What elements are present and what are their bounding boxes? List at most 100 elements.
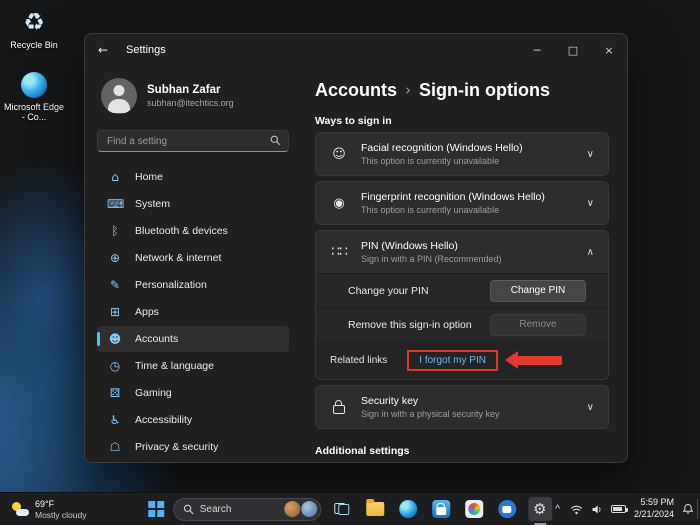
- card-security-key: Security key Sign in with a physical sec…: [315, 385, 609, 429]
- sidebar-item-home[interactable]: ⌂ Home: [97, 164, 289, 190]
- time-language-icon: ◷: [109, 359, 121, 373]
- card-facial-recognition: ☺ Facial recognition (Windows Hello) Thi…: [315, 132, 609, 176]
- sidebar-item-system[interactable]: ⌨ System: [97, 191, 289, 217]
- annotation-arrow: [504, 351, 562, 369]
- card-title: Fingerprint recognition (Windows Hello): [361, 191, 545, 203]
- desktop-icon-recycle-bin[interactable]: ♻ Recycle Bin: [2, 8, 66, 50]
- card-fingerprint-recognition: ◉ Fingerprint recognition (Windows Hello…: [315, 181, 609, 225]
- additional-settings-heading: Additional settings: [315, 445, 410, 457]
- breadcrumb: Accounts › Sign-in options: [315, 76, 609, 103]
- sidebar-item-privacy-security[interactable]: ☖ Privacy & security: [97, 434, 289, 460]
- sidebar-item-personalization[interactable]: ✎ Personalization: [97, 272, 289, 298]
- card-title: PIN (Windows Hello): [361, 240, 458, 252]
- annotation-highlight-box: I forgot my PIN: [407, 350, 498, 371]
- card-subtitle: Sign in with a physical security key: [361, 409, 500, 419]
- chat-icon: [497, 500, 516, 518]
- edge-label: Microsoft Edge - Co...: [3, 102, 65, 123]
- search-highlight-avatar: [283, 501, 300, 517]
- chevron-up-icon[interactable]: ∧: [587, 247, 594, 258]
- card-title: Security key: [361, 395, 419, 407]
- minimize-button[interactable]: ─: [519, 34, 555, 66]
- change-pin-button[interactable]: Change PIN: [490, 279, 586, 302]
- clock-date: 2/21/2024: [633, 509, 674, 519]
- weather-widget[interactable]: 69°F Mostly cloudy: [8, 493, 91, 525]
- pin-expander[interactable]: ∷∷ PIN (Windows Hello) Sign in with a PI…: [316, 231, 608, 273]
- search-highlight-avatar: [300, 501, 317, 517]
- desktop-icon-edge[interactable]: Microsoft Edge - Co...: [2, 70, 66, 123]
- card-subtitle: Sign in with a PIN (Recommended): [361, 254, 502, 264]
- bluetooth-icon: ᛒ: [111, 224, 119, 238]
- close-button[interactable]: ×: [591, 34, 627, 66]
- gaming-icon: ⚄: [109, 386, 121, 400]
- security-key-expander[interactable]: Security key Sign in with a physical sec…: [316, 386, 608, 428]
- search-label: Search: [199, 503, 232, 515]
- photos-icon: [464, 500, 483, 518]
- change-pin-label: Change your PIN: [348, 284, 429, 297]
- pin-keypad-icon: ∷∷: [331, 244, 348, 260]
- sidebar-item-time-language[interactable]: ◷ Time & language: [97, 353, 289, 379]
- sidebar-item-label: Network & internet: [135, 252, 222, 264]
- notification-bell-icon[interactable]: [682, 503, 694, 515]
- sidebar-item-label: Gaming: [135, 387, 172, 399]
- edge-icon: [398, 500, 417, 518]
- file-explorer-icon: [365, 499, 384, 516]
- volume-icon[interactable]: [591, 504, 603, 515]
- taskbar-search[interactable]: Search: [172, 497, 321, 521]
- sidebar-nav: ⌂ Home ⌨ System ᛒ Bluetooth & devices ⊕ Netw…: [97, 164, 289, 460]
- weather-icon: [12, 502, 29, 516]
- store-button[interactable]: [429, 497, 453, 521]
- search-input[interactable]: [97, 130, 289, 152]
- privacy-security-icon: ☖: [109, 440, 121, 454]
- caption-buttons: ─ □ ×: [519, 34, 627, 66]
- wifi-icon[interactable]: [570, 504, 583, 515]
- chevron-down-icon[interactable]: ∨: [587, 198, 594, 209]
- task-view-button[interactable]: [330, 497, 354, 521]
- battery-icon[interactable]: [610, 505, 628, 513]
- settings-app-button[interactable]: ⚙: [527, 497, 552, 521]
- sidebar-item-apps[interactable]: ⊞ Apps: [97, 299, 289, 325]
- back-button[interactable]: ←: [98, 43, 118, 57]
- store-icon: [431, 500, 450, 518]
- sidebar-item-label: Privacy & security: [135, 441, 219, 453]
- breadcrumb-separator: ›: [405, 81, 412, 99]
- taskbar-clock[interactable]: 5:59 PM 2/21/2024: [634, 497, 674, 520]
- chat-button[interactable]: [495, 497, 519, 521]
- sidebar-item-gaming[interactable]: ⚄ Gaming: [97, 380, 289, 406]
- sidebar-item-label: Personalization: [135, 279, 207, 291]
- maximize-button[interactable]: □: [555, 34, 591, 66]
- weather-condition: Mostly cloudy: [35, 509, 87, 520]
- edge-button[interactable]: [396, 497, 420, 521]
- sidebar-item-accessibility[interactable]: ♿ Accessibility: [97, 407, 289, 433]
- sidebar-item-bluetooth-devices[interactable]: ᛒ Bluetooth & devices: [97, 218, 289, 244]
- chevron-down-icon[interactable]: ∨: [587, 402, 594, 413]
- tray-overflow-chevron[interactable]: ^: [553, 504, 562, 515]
- start-square: [156, 509, 164, 517]
- start-button[interactable]: [148, 501, 164, 517]
- page-title: Sign-in options: [419, 79, 550, 100]
- apps-icon: ⊞: [109, 305, 121, 319]
- sidebar-item-accounts[interactable]: ☻ Accounts: [97, 326, 289, 352]
- sidebar-item-network-internet[interactable]: ⊕ Network & internet: [97, 245, 289, 271]
- edge-icon: [21, 72, 47, 98]
- forgot-pin-link[interactable]: I forgot my PIN: [419, 355, 486, 366]
- sidebar-item-label: Time & language: [135, 360, 214, 372]
- fingerprint-expander[interactable]: ◉ Fingerprint recognition (Windows Hello…: [316, 182, 608, 224]
- change-pin-row: Change your PIN Change PIN: [316, 273, 608, 307]
- weather-temp: 69°F: [35, 498, 55, 509]
- taskbar-center: Search ⚙: [148, 493, 552, 525]
- chevron-down-icon[interactable]: ∨: [587, 149, 594, 160]
- remove-pin-row: Remove this sign-in option Remove: [316, 307, 608, 341]
- system-tray: ^ 5:59 PM 2/21/2024: [553, 493, 694, 525]
- start-square: [156, 501, 164, 509]
- facial-recognition-expander[interactable]: ☺ Facial recognition (Windows Hello) Thi…: [316, 133, 608, 175]
- file-explorer-button[interactable]: [363, 497, 387, 521]
- breadcrumb-accounts[interactable]: Accounts: [315, 77, 397, 103]
- ways-to-sign-in-heading: Ways to sign in: [315, 115, 392, 127]
- start-square: [148, 509, 156, 517]
- card-pin: ∷∷ PIN (Windows Hello) Sign in with a PI…: [315, 230, 609, 380]
- main-content: Accounts › Sign-in options Ways to sign …: [301, 66, 627, 462]
- sidebar-item-label: Accessibility: [135, 414, 193, 426]
- avatar: [101, 78, 137, 114]
- profile-block[interactable]: Subhan Zafar subhan@itechtics.org: [97, 74, 289, 118]
- photos-button[interactable]: [462, 497, 486, 521]
